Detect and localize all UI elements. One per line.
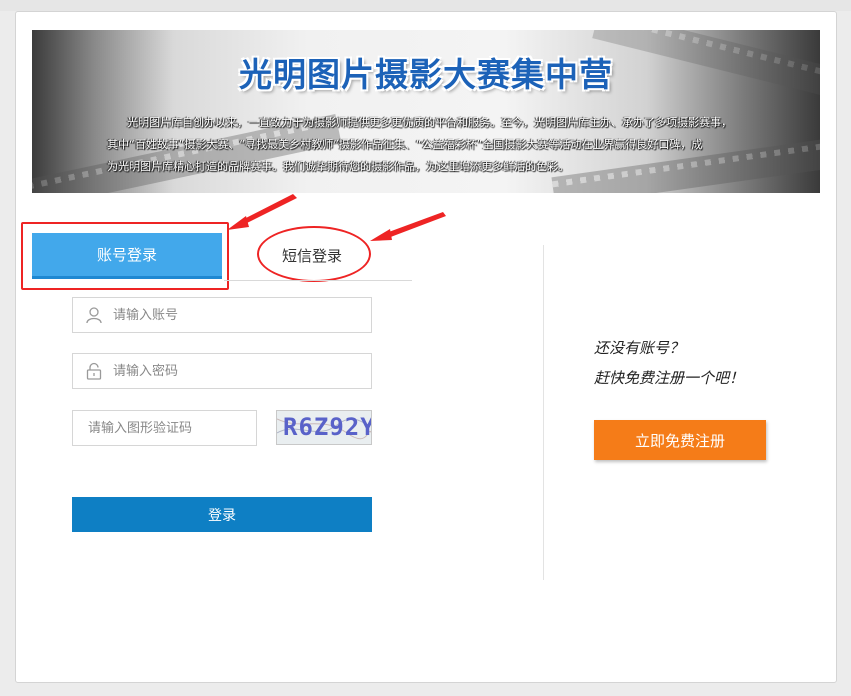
register-prompt-text: 赶快免费注册一个吧！: [594, 369, 745, 387]
account-field[interactable]: [72, 297, 372, 333]
arrow-1-head: [227, 216, 249, 230]
arrow-1-shaft: [240, 194, 297, 225]
annotation-arrows: [227, 194, 446, 241]
password-input[interactable]: [73, 354, 371, 388]
login-button[interactable]: 登录: [72, 497, 372, 532]
lock-icon: [86, 362, 102, 380]
password-field[interactable]: [72, 353, 372, 389]
captcha-text: R6Z92Y: [283, 413, 372, 441]
captcha-field[interactable]: [72, 410, 257, 446]
arrow-2-head: [370, 229, 392, 241]
vertical-divider: [543, 245, 544, 580]
captcha-input[interactable]: [73, 411, 256, 445]
no-account-text: 还没有账号？: [594, 339, 685, 357]
register-button[interactable]: 立即免费注册: [594, 420, 766, 460]
account-input[interactable]: [73, 298, 371, 332]
arrow-2-shaft: [386, 212, 446, 238]
user-icon: [86, 307, 102, 324]
captcha-image[interactable]: R6Z92Y: [276, 410, 372, 445]
